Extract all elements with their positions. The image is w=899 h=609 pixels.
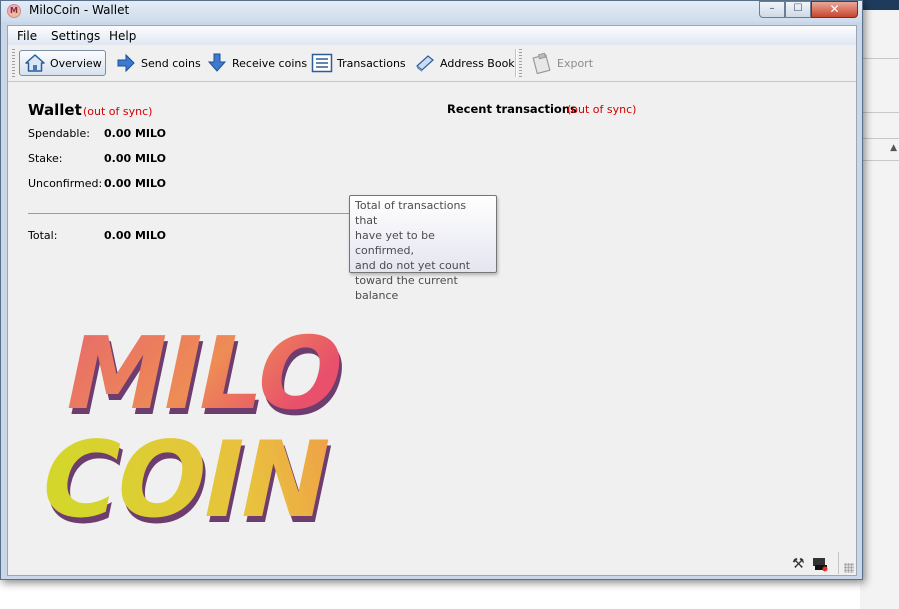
maximize-button[interactable]: ☐	[785, 1, 811, 18]
stake-label: Stake:	[28, 152, 63, 165]
client-area: File Settings Help Overview Send coins R…	[7, 25, 857, 576]
background-divider	[860, 58, 899, 59]
export-clipboard-icon	[531, 52, 553, 75]
transactions-label: Transactions	[337, 56, 406, 70]
toolbar-separator	[515, 49, 517, 77]
background-divider	[860, 138, 899, 139]
list-icon	[311, 52, 333, 74]
network-offline-icon[interactable]	[812, 556, 828, 572]
home-icon	[24, 52, 46, 74]
background-window-titlebar	[860, 0, 899, 10]
menu-bar: File Settings Help	[8, 26, 856, 46]
wallet-heading: Wallet	[28, 101, 82, 119]
unconfirmed-tooltip: Total of transactions that have yet to b…	[349, 195, 497, 302]
total-label: Total:	[28, 229, 58, 242]
background-window: ▲	[860, 0, 899, 609]
background-divider	[860, 160, 899, 161]
spendable-label: Spendable:	[28, 127, 90, 140]
unconfirmed-label: Unconfirmed:	[28, 177, 103, 190]
send-arrow-icon	[115, 52, 137, 74]
address-book-button[interactable]: Address Book	[410, 50, 519, 76]
spendable-value: 0.00 MILO	[104, 127, 166, 140]
background-divider	[860, 112, 899, 113]
minimize-button[interactable]: –	[759, 1, 785, 18]
address-book-label: Address Book	[440, 56, 515, 70]
toolbar: Overview Send coins Receive coins Transa…	[8, 45, 856, 82]
wallet-sync-status: (out of sync)	[83, 105, 153, 118]
milocoin-logo: MILO MILO COIN COIN	[29, 302, 394, 548]
status-bar-separator	[838, 552, 839, 574]
tooltip-line: balance	[355, 289, 399, 302]
menu-file[interactable]: File	[17, 29, 37, 43]
close-button[interactable]: ✕	[811, 1, 858, 18]
toolbar-grip[interactable]	[12, 49, 15, 77]
scroll-up-icon[interactable]: ▲	[890, 143, 897, 153]
toolbar-grip[interactable]	[519, 49, 522, 77]
menu-help[interactable]: Help	[109, 29, 136, 43]
unconfirmed-value: 0.00 MILO	[104, 177, 166, 190]
maximize-icon: ☐	[793, 3, 803, 14]
address-book-icon	[414, 52, 436, 74]
minimize-icon: –	[769, 3, 775, 14]
tooltip-line: toward the current	[355, 274, 458, 287]
stake-value: 0.00 MILO	[104, 152, 166, 165]
tooltip-line: have yet to be confirmed,	[355, 229, 435, 257]
window-title: MiloCoin - Wallet	[29, 3, 130, 17]
overview-label: Overview	[50, 56, 102, 70]
receive-arrow-icon	[206, 52, 228, 74]
tooltip-line: Total of transactions that	[355, 199, 467, 227]
main-window: M MiloCoin - Wallet – ☐ ✕ File Settings …	[0, 0, 863, 580]
recent-sync-status: (out of sync)	[567, 103, 637, 116]
send-coins-button[interactable]: Send coins	[111, 50, 205, 76]
receive-coins-button[interactable]: Receive coins	[202, 50, 311, 76]
tooltip-line: and do not yet count	[355, 259, 471, 272]
total-value: 0.00 MILO	[104, 229, 166, 242]
title-bar[interactable]: M MiloCoin - Wallet – ☐ ✕	[1, 1, 862, 22]
close-icon: ✕	[829, 2, 840, 16]
logo-line-2: COIN	[44, 419, 340, 527]
receive-coins-label: Receive coins	[232, 56, 308, 70]
resize-grip[interactable]	[844, 563, 854, 573]
overview-page: Wallet (out of sync) Spendable: 0.00 MIL…	[8, 82, 856, 575]
export-button[interactable]: Export	[527, 50, 597, 76]
overview-button[interactable]: Overview	[19, 50, 106, 76]
export-label: Export	[557, 56, 594, 70]
send-coins-label: Send coins	[141, 56, 201, 70]
transactions-button[interactable]: Transactions	[307, 50, 410, 76]
status-bar-icons: ⚒	[792, 556, 832, 574]
logo-line-1: MILO	[54, 315, 353, 432]
recent-transactions-heading: Recent transactions	[447, 102, 577, 116]
staking-tools-icon[interactable]: ⚒	[792, 556, 805, 572]
menu-settings[interactable]: Settings	[51, 29, 100, 43]
milocoin-app-icon: M	[7, 4, 21, 18]
